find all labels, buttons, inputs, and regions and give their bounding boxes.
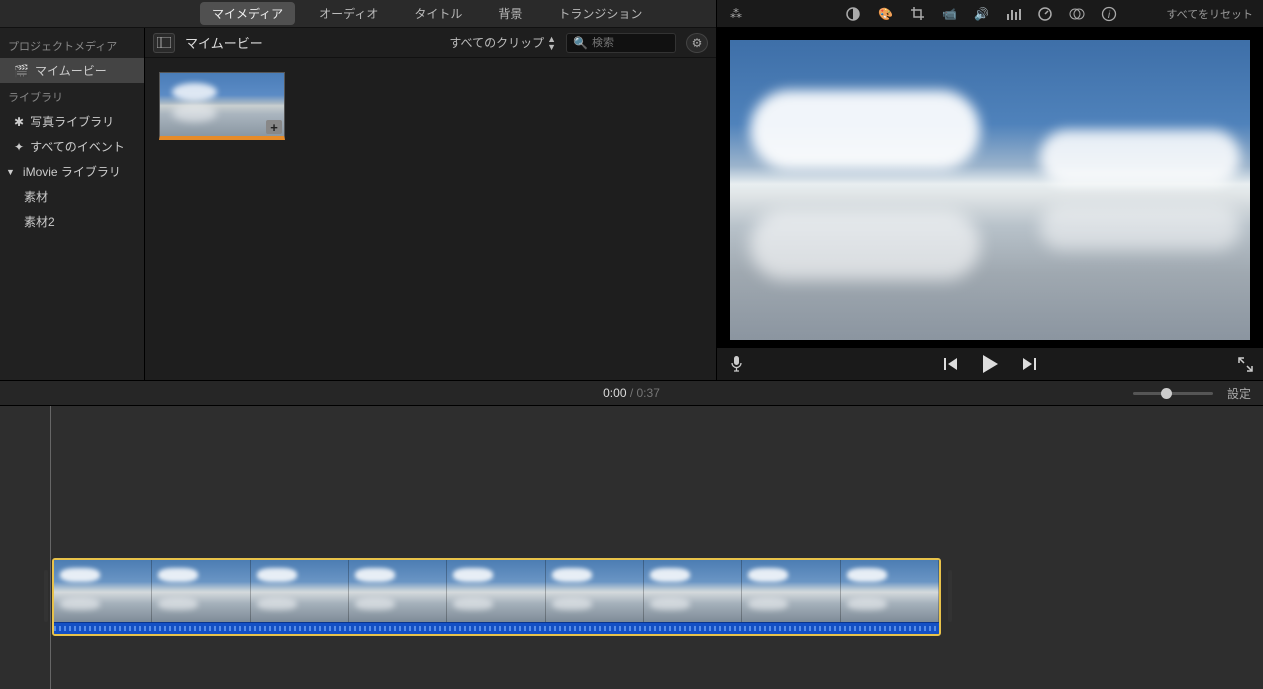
volume-button[interactable]: 🔊 [972, 5, 990, 23]
time-ruler-bar: 0:00 / 0:37 設定 [0, 380, 1263, 406]
palette-icon: 🎨 [878, 7, 893, 21]
viewer-toolbar: ⁂ 🎨 📹 🔊 i すべてをリセット [717, 0, 1263, 28]
transport-bar [717, 348, 1263, 380]
settings-gear-button[interactable]: ⚙ [686, 33, 708, 53]
sidebar-header-project-media: プロジェクトメディア [0, 32, 144, 58]
clip-filmstrip [54, 560, 939, 622]
sidebar-item-photo-library[interactable]: ✱ 写真ライブラリ [0, 109, 144, 134]
clip-thumbnail[interactable]: + [159, 72, 285, 140]
color-balance-button[interactable] [844, 5, 862, 23]
preview-viewer [717, 28, 1263, 348]
tab-transition[interactable]: トランジション [546, 2, 654, 25]
speed-button[interactable] [1036, 5, 1054, 23]
search-icon: 🔍 [573, 36, 588, 50]
sidebar-item-material1[interactable]: 素材 [0, 184, 144, 209]
tab-title[interactable]: タイトル [402, 2, 474, 25]
preview-frame[interactable] [730, 40, 1250, 340]
clip-audio-waveform[interactable] [54, 622, 939, 634]
camera-icon: 📹 [942, 7, 957, 21]
time-display: 0:00 / 0:37 [603, 386, 660, 400]
search-input[interactable]: 🔍 [566, 33, 676, 53]
voiceover-button[interactable] [727, 355, 745, 373]
play-button[interactable] [981, 354, 999, 374]
stabilize-button[interactable]: 📹 [940, 5, 958, 23]
info-icon: i [1101, 6, 1117, 22]
speedometer-icon [1037, 6, 1053, 22]
sidebar: プロジェクトメディア 🎬 マイムービー ライブラリ ✱ 写真ライブラリ ✦ すべ… [0, 28, 145, 380]
color-correction-button[interactable]: 🎨 [876, 5, 894, 23]
skip-forward-icon [1021, 356, 1037, 372]
browser-header: マイムービー すべてのクリップ ▲▼ 🔍 ⚙ [145, 28, 716, 58]
current-time: 0:00 [603, 386, 626, 400]
gear-icon: ⚙ [692, 36, 703, 50]
star-icon: ✦ [14, 140, 24, 154]
browser-title: マイムービー [185, 33, 439, 52]
sidebar-item-label: すべてのイベント [30, 138, 125, 155]
sidebar-item-imovie-library[interactable]: ▼ iMovie ライブラリ [0, 159, 144, 184]
tab-my-media[interactable]: マイメディア [200, 2, 295, 25]
chevron-updown-icon: ▲▼ [547, 35, 556, 51]
search-field[interactable] [592, 37, 662, 49]
clip-browser: + [145, 58, 716, 154]
clip-filter-button[interactable] [1068, 5, 1086, 23]
noise-equalizer-button[interactable] [1004, 5, 1022, 23]
duration: 0:37 [637, 386, 660, 400]
speaker-icon: 🔊 [974, 7, 989, 21]
toggle-sidebar-button[interactable] [153, 33, 175, 53]
reset-all-button[interactable]: すべてをリセット [1166, 6, 1253, 22]
clip-trim-handle-left[interactable] [44, 570, 48, 622]
enhance-wand-button[interactable]: ⁂ [727, 5, 745, 23]
clip-trim-handle-right[interactable] [948, 570, 952, 622]
timeline-clip[interactable] [52, 558, 941, 636]
play-icon [981, 354, 999, 374]
overlap-circles-icon [1069, 7, 1085, 21]
sidebar-item-material2[interactable]: 素材2 [0, 209, 144, 234]
sidebar-item-all-events[interactable]: ✦ すべてのイベント [0, 134, 144, 159]
sidebar-item-my-movie[interactable]: 🎬 マイムービー [0, 58, 144, 83]
skip-back-icon [943, 356, 959, 372]
sidebar-item-label: iMovie ライブラリ [23, 163, 121, 180]
expand-icon [1238, 357, 1253, 372]
timeline-settings-button[interactable]: 設定 [1227, 385, 1251, 402]
clapper-icon: 🎬 [14, 64, 29, 78]
crop-icon [910, 6, 925, 21]
sidebar-item-label: 写真ライブラリ [30, 113, 114, 130]
sidebar-icon [157, 37, 171, 48]
microphone-icon [730, 355, 743, 373]
prev-button[interactable] [943, 356, 959, 372]
flower-icon: ✱ [14, 115, 24, 129]
equalizer-icon [1006, 7, 1021, 21]
half-circle-icon [845, 6, 861, 22]
tab-audio[interactable]: オーディオ [307, 2, 390, 25]
add-clip-button[interactable]: + [266, 120, 282, 134]
sidebar-header-library: ライブラリ [0, 83, 144, 109]
clip-filter-dropdown[interactable]: すべてのクリップ ▲▼ [449, 34, 556, 51]
timeline[interactable] [0, 406, 1263, 689]
clip-filter-label: すべてのクリップ [449, 34, 544, 51]
disclosure-down-icon: ▼ [6, 167, 15, 177]
crop-button[interactable] [908, 5, 926, 23]
fullscreen-button[interactable] [1238, 357, 1253, 372]
wand-icon: ⁂ [730, 7, 742, 21]
next-button[interactable] [1021, 356, 1037, 372]
tab-background[interactable]: 背景 [486, 2, 534, 25]
zoom-slider[interactable] [1133, 392, 1213, 395]
playhead[interactable] [50, 406, 51, 689]
sidebar-item-label: マイムービー [35, 62, 107, 79]
media-tab-bar: マイメディア オーディオ タイトル 背景 トランジション [0, 0, 716, 28]
svg-text:i: i [1108, 10, 1111, 21]
info-button[interactable]: i [1100, 5, 1118, 23]
zoom-knob[interactable] [1161, 388, 1172, 399]
